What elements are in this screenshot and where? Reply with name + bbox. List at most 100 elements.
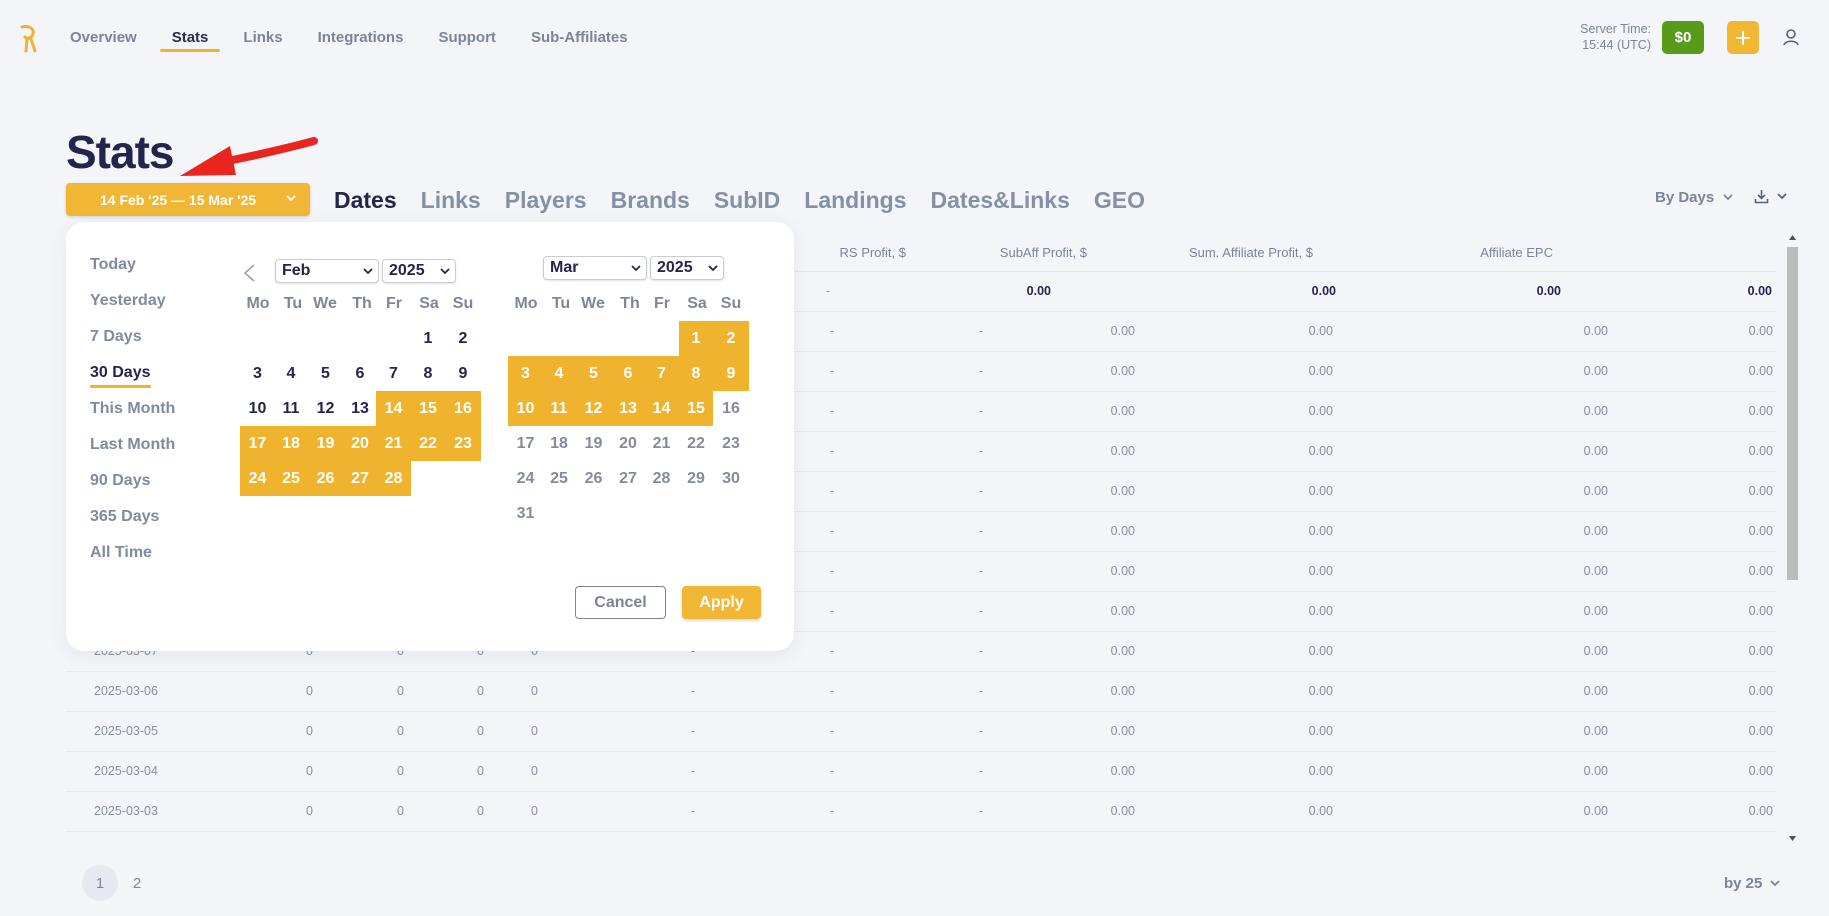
calendar-day[interactable]: 16: [713, 391, 749, 426]
calendar-day[interactable]: 21: [644, 426, 679, 461]
column-header[interactable]: Sum. Affiliate Profit, $: [1189, 245, 1313, 260]
calendar-day[interactable]: 11: [275, 391, 307, 426]
calendar-day[interactable]: 3: [240, 356, 275, 391]
nav-item-support[interactable]: Support: [426, 0, 508, 75]
tab-brands[interactable]: Brands: [611, 187, 690, 214]
calendar-day[interactable]: 17: [508, 426, 543, 461]
calendar-day[interactable]: 13: [612, 391, 644, 426]
calendar-day[interactable]: 24: [240, 461, 275, 496]
calendar-day[interactable]: 23: [445, 426, 481, 461]
calendar-day[interactable]: 19: [575, 426, 612, 461]
calendar-day[interactable]: 31: [508, 496, 543, 531]
cancel-button[interactable]: Cancel: [575, 586, 666, 619]
calendar-day[interactable]: 21: [376, 426, 411, 461]
page-1-button[interactable]: 1: [82, 865, 118, 901]
calendar-day[interactable]: 26: [575, 461, 612, 496]
calendar-day[interactable]: 14: [644, 391, 679, 426]
calendar-day[interactable]: 6: [612, 356, 644, 391]
tab-players[interactable]: Players: [505, 187, 587, 214]
download-button[interactable]: [1754, 189, 1787, 204]
tab-links[interactable]: Links: [421, 187, 481, 214]
calendar-day[interactable]: 6: [344, 356, 376, 391]
tab-subid[interactable]: SubID: [714, 187, 780, 214]
calendar-day[interactable]: 17: [240, 426, 275, 461]
calendar-day[interactable]: 11: [543, 391, 575, 426]
balance-button[interactable]: $0: [1662, 21, 1704, 54]
date-range-button[interactable]: 14 Feb '25 — 15 Mar '25: [66, 183, 310, 216]
preset-last-month[interactable]: Last Month: [90, 435, 175, 471]
calendar-day[interactable]: 27: [344, 461, 376, 496]
calendar-day[interactable]: 8: [679, 356, 713, 391]
calendar-day[interactable]: 1: [411, 321, 445, 356]
scroll-up-icon[interactable]: [1789, 235, 1796, 240]
preset-yesterday[interactable]: Yesterday: [90, 291, 166, 327]
calendar-day[interactable]: 28: [644, 461, 679, 496]
scrollbar-thumb[interactable]: [1787, 247, 1798, 580]
calendar-day[interactable]: 26: [307, 461, 344, 496]
calendar-day[interactable]: 5: [575, 356, 612, 391]
calendar-day[interactable]: 12: [307, 391, 344, 426]
prev-month-icon[interactable]: [242, 263, 256, 283]
calendar-day[interactable]: 22: [411, 426, 445, 461]
apply-button[interactable]: Apply: [682, 586, 761, 619]
calendar-day[interactable]: 7: [376, 356, 411, 391]
calendar-day[interactable]: 25: [543, 461, 575, 496]
calendar-day[interactable]: 30: [713, 461, 749, 496]
preset-365-days[interactable]: 365 Days: [90, 507, 159, 543]
preset-all-time[interactable]: All Time: [90, 543, 152, 579]
calendar-day[interactable]: 15: [411, 391, 445, 426]
calendar-day[interactable]: 7: [644, 356, 679, 391]
calendar-day[interactable]: 4: [543, 356, 575, 391]
page-2-button[interactable]: 2: [119, 865, 155, 901]
per-page-select[interactable]: by 25: [1724, 875, 1780, 892]
tab-dates[interactable]: Dates: [334, 187, 397, 214]
year-select[interactable]: 2025: [650, 256, 724, 280]
calendar-day[interactable]: 22: [679, 426, 713, 461]
user-icon[interactable]: [1782, 28, 1800, 46]
calendar-day[interactable]: 29: [679, 461, 713, 496]
table-row[interactable]: 2025-03-04 0 0 0 0 - - - 0.00 0.00 0.00 0.00: [66, 752, 1776, 792]
calendar-day[interactable]: 24: [508, 461, 543, 496]
preset-today[interactable]: Today: [90, 255, 136, 291]
table-row[interactable]: 2025-03-06 0 0 0 0 - - - 0.00 0.00 0.00 0.00: [66, 672, 1776, 712]
tab-dates-links[interactable]: Dates&Links: [931, 187, 1070, 214]
column-header[interactable]: SubAff Profit, $: [1000, 245, 1087, 260]
calendar-day[interactable]: 12: [575, 391, 612, 426]
calendar-day[interactable]: 14: [376, 391, 411, 426]
calendar-day[interactable]: 10: [240, 391, 275, 426]
calendar-day[interactable]: 28: [376, 461, 411, 496]
table-row[interactable]: 2025-03-05 0 0 0 0 - - - 0.00 0.00 0.00 0.00: [66, 712, 1776, 752]
calendar-day[interactable]: 5: [307, 356, 344, 391]
month-select[interactable]: Feb: [275, 259, 379, 283]
preset-90-days[interactable]: 90 Days: [90, 471, 151, 507]
calendar-day[interactable]: 4: [275, 356, 307, 391]
tab-landings[interactable]: Landings: [804, 187, 906, 214]
preset-30-days[interactable]: 30 Days: [90, 363, 151, 399]
calendar-day[interactable]: 18: [543, 426, 575, 461]
nav-item-overview[interactable]: Overview: [58, 0, 149, 75]
calendar-day[interactable]: 10: [508, 391, 543, 426]
calendar-day[interactable]: 18: [275, 426, 307, 461]
calendar-day[interactable]: 20: [344, 426, 376, 461]
brand-logo-icon[interactable]: [18, 24, 40, 54]
calendar-day[interactable]: 8: [411, 356, 445, 391]
tab-geo[interactable]: GEO: [1094, 187, 1145, 214]
calendar-day[interactable]: 23: [713, 426, 749, 461]
nav-item-sub-affiliates[interactable]: Sub-Affiliates: [519, 0, 640, 75]
column-header[interactable]: Affiliate EPC: [1480, 245, 1553, 260]
nav-item-stats[interactable]: Stats: [159, 0, 221, 75]
calendar-day[interactable]: 27: [612, 461, 644, 496]
calendar-day[interactable]: 16: [445, 391, 481, 426]
nav-item-integrations[interactable]: Integrations: [306, 0, 416, 75]
calendar-day[interactable]: 3: [508, 356, 543, 391]
calendar-day[interactable]: 2: [445, 321, 481, 356]
nav-item-links[interactable]: Links: [231, 0, 294, 75]
calendar-day[interactable]: 25: [275, 461, 307, 496]
calendar-day[interactable]: 2: [713, 321, 749, 356]
group-by-select[interactable]: By Days: [1655, 189, 1733, 206]
month-select[interactable]: Mar: [543, 256, 647, 280]
calendar-day[interactable]: 9: [445, 356, 481, 391]
preset-this-month[interactable]: This Month: [90, 399, 175, 435]
calendar-day[interactable]: 19: [307, 426, 344, 461]
calendar-day[interactable]: 13: [344, 391, 376, 426]
